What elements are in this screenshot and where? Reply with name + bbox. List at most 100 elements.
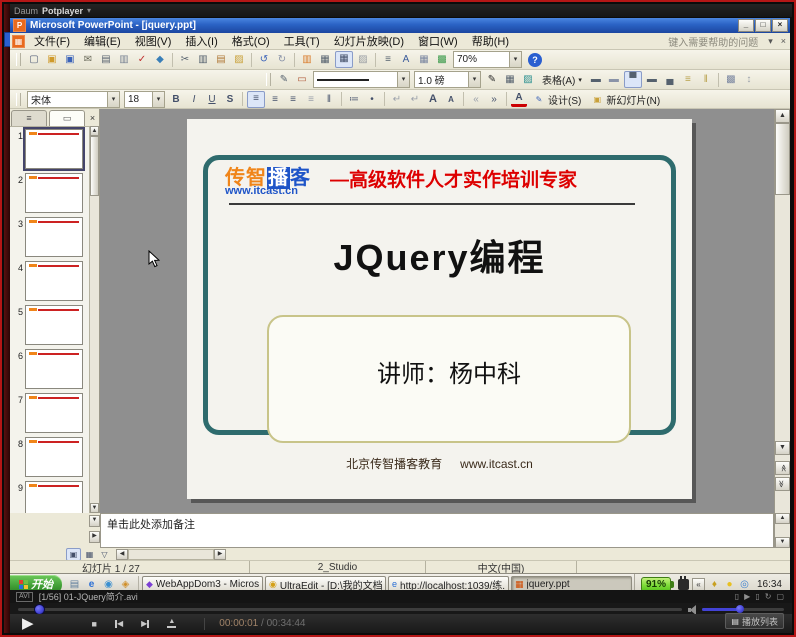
numbering-icon[interactable]: ≔ bbox=[346, 92, 362, 107]
show-formatting-icon[interactable]: A bbox=[398, 52, 414, 67]
email-icon[interactable]: ✉ bbox=[80, 52, 96, 67]
insert-hyperlink-icon[interactable]: ▨ bbox=[355, 52, 371, 67]
scrollbar-thumb[interactable] bbox=[90, 136, 99, 196]
font-color-icon[interactable]: A bbox=[511, 92, 527, 107]
table-autoformat-icon[interactable]: ▩ bbox=[723, 72, 739, 87]
normal-view-button[interactable]: ▣ bbox=[66, 548, 81, 561]
powerpoint-titlebar[interactable]: P Microsoft PowerPoint - [jquery.ppt] _□… bbox=[10, 18, 790, 33]
merge-cells-icon[interactable]: ▬ bbox=[588, 72, 604, 87]
panel-close-icon[interactable]: × bbox=[86, 111, 99, 126]
scroll-right-icon[interactable]: ▶ bbox=[214, 549, 226, 560]
volume-slider[interactable] bbox=[702, 608, 784, 611]
control-panel-icon[interactable]: ▯ bbox=[755, 592, 759, 601]
menu-tools[interactable]: 工具(T) bbox=[277, 33, 327, 49]
scroll-up-icon[interactable]: ▲ bbox=[775, 109, 790, 123]
shadow-button[interactable]: S bbox=[222, 92, 238, 107]
fill-color-icon[interactable]: ▨ bbox=[520, 72, 536, 87]
close-presentation-button[interactable]: × bbox=[777, 36, 790, 46]
new-icon[interactable]: ▢ bbox=[26, 52, 42, 67]
save-icon[interactable]: ▣ bbox=[62, 52, 78, 67]
copy-icon[interactable]: ▥ bbox=[195, 52, 211, 67]
combo-caret-icon[interactable]: ▾ bbox=[152, 92, 164, 107]
menu-help[interactable]: 帮助(H) bbox=[465, 33, 516, 49]
tables-borders-icon[interactable]: ▦ bbox=[335, 51, 353, 68]
seek-bar[interactable] bbox=[18, 608, 682, 611]
scroll-down-icon[interactable]: ▼ bbox=[775, 537, 790, 548]
menu-format[interactable]: 格式(O) bbox=[225, 33, 277, 49]
scroll-left-icon[interactable]: ◀ bbox=[116, 549, 128, 560]
font-name-combo[interactable]: 宋体 ▾ bbox=[27, 91, 120, 108]
slide-thumbnail-4[interactable]: 4 bbox=[10, 261, 89, 301]
scrollbar-thumb[interactable] bbox=[775, 123, 790, 195]
minimize-button[interactable]: _ bbox=[738, 19, 754, 32]
previous-slide-button[interactable]: ≪ bbox=[775, 461, 790, 475]
slide-editor[interactable]: 传智播客 www.itcast.cn —高级软件人才实作培训专家 JQuery编… bbox=[100, 109, 774, 513]
decrease-font-icon[interactable]: A bbox=[443, 92, 459, 107]
slide-canvas[interactable]: 传智播客 www.itcast.cn —高级软件人才实作培训专家 JQuery编… bbox=[187, 119, 692, 499]
eraser-icon[interactable]: ▭ bbox=[294, 72, 310, 87]
scroll-down-icon[interactable]: ▼ bbox=[90, 503, 99, 513]
spelling-icon[interactable]: ✓ bbox=[134, 52, 150, 67]
menu-file[interactable]: 文件(F) bbox=[27, 33, 77, 49]
play-button[interactable]: ▶ bbox=[22, 615, 34, 633]
slideshow-view-button[interactable]: ▽ bbox=[98, 549, 111, 560]
underline-button[interactable]: U bbox=[204, 92, 220, 107]
previous-button[interactable]: ◀ bbox=[115, 620, 123, 628]
sort-icon[interactable]: ↕ bbox=[741, 72, 757, 87]
playlist-panel-icon[interactable]: ▯ bbox=[735, 592, 739, 601]
decrease-indent-icon[interactable]: « bbox=[468, 92, 484, 107]
playlist-button[interactable]: ▤ 播放列表 bbox=[725, 613, 784, 629]
slide-thumbnail-6[interactable]: 6 bbox=[10, 349, 89, 389]
menu-insert[interactable]: 插入(I) bbox=[178, 33, 224, 49]
network-tray-icon[interactable]: ◎ bbox=[738, 578, 751, 591]
combo-caret-icon[interactable]: ▾ bbox=[107, 92, 119, 107]
expand-all-icon[interactable]: ≡ bbox=[380, 52, 396, 67]
cut-icon[interactable]: ✂ bbox=[177, 52, 193, 67]
print-icon[interactable]: ▤ bbox=[98, 52, 114, 67]
format-painter-icon[interactable]: ▨ bbox=[231, 52, 247, 67]
notes-scrollbar[interactable]: ▲ ▼ bbox=[774, 513, 790, 548]
editor-scrollbar[interactable]: ▲ ▼ ≪ ≪ bbox=[774, 109, 790, 513]
player-menu-caret-icon[interactable]: ▾ bbox=[87, 6, 91, 15]
notes-pane[interactable]: 单击此处添加备注 bbox=[100, 513, 774, 548]
distribute-text-icon[interactable]: ≡ bbox=[303, 92, 319, 107]
notes-scroll-down-icon[interactable]: ▼ bbox=[89, 515, 100, 527]
center-vertically-icon[interactable]: ▬ bbox=[644, 72, 660, 87]
border-color-icon[interactable]: ✎ bbox=[484, 72, 500, 87]
panel-scrollbar[interactable]: ▲ ▼ bbox=[89, 126, 99, 513]
messenger-tray-icon[interactable]: ● bbox=[723, 578, 736, 591]
scroll-up-icon[interactable]: ▲ bbox=[90, 126, 99, 136]
line-style-combo[interactable]: ▾ bbox=[313, 71, 410, 88]
stop-button[interactable]: ■ bbox=[92, 619, 97, 629]
bullets-icon[interactable]: • bbox=[364, 92, 380, 107]
outside-border-icon[interactable]: ▦ bbox=[502, 72, 518, 87]
slide-thumbnail-2[interactable]: 2 bbox=[10, 173, 89, 213]
align-right-icon[interactable]: ≡ bbox=[285, 92, 301, 107]
menu-window[interactable]: 窗口(W) bbox=[411, 33, 465, 49]
insert-chart-icon[interactable]: ▥ bbox=[299, 52, 315, 67]
increase-indent-icon[interactable]: » bbox=[486, 92, 502, 107]
paste-icon[interactable]: ▤ bbox=[213, 52, 229, 67]
distribute-rows-icon[interactable]: ≡ bbox=[680, 72, 696, 87]
slide-thumbnail-8[interactable]: 8 bbox=[10, 437, 89, 477]
increase-font-icon[interactable]: A bbox=[425, 92, 441, 107]
design-button[interactable]: ✎ 设计(S) bbox=[528, 91, 586, 107]
line-weight-combo[interactable]: 1.0 磅 ▾ bbox=[414, 71, 481, 88]
horizontal-scrollbar[interactable]: ◀ ▶ bbox=[116, 549, 226, 560]
notes-scroll-right-icon[interactable]: ▶ bbox=[89, 531, 100, 543]
columns-icon[interactable]: ‖ bbox=[321, 92, 337, 107]
tab-outline[interactable]: ≡ bbox=[11, 110, 47, 126]
slide-thumbnail-1[interactable]: 1 bbox=[10, 129, 89, 169]
slide-thumbnail-5[interactable]: 5 bbox=[10, 305, 89, 345]
align-top-icon[interactable]: ▀ bbox=[624, 71, 642, 88]
menu-view[interactable]: 视图(V) bbox=[128, 33, 179, 49]
play-mini-icon[interactable]: ▶ bbox=[744, 592, 750, 601]
scroll-up-icon[interactable]: ▲ bbox=[775, 513, 790, 524]
grid-icon[interactable]: ▦ bbox=[416, 52, 432, 67]
menu-slideshow[interactable]: 幻灯片放映(D) bbox=[327, 33, 411, 49]
align-center-icon[interactable]: ≡ bbox=[267, 92, 283, 107]
speaker-icon[interactable] bbox=[688, 605, 698, 614]
help-icon[interactable]: ? bbox=[528, 53, 542, 67]
scroll-down-icon[interactable]: ▼ bbox=[775, 441, 790, 455]
volume-thumb[interactable] bbox=[736, 605, 744, 613]
